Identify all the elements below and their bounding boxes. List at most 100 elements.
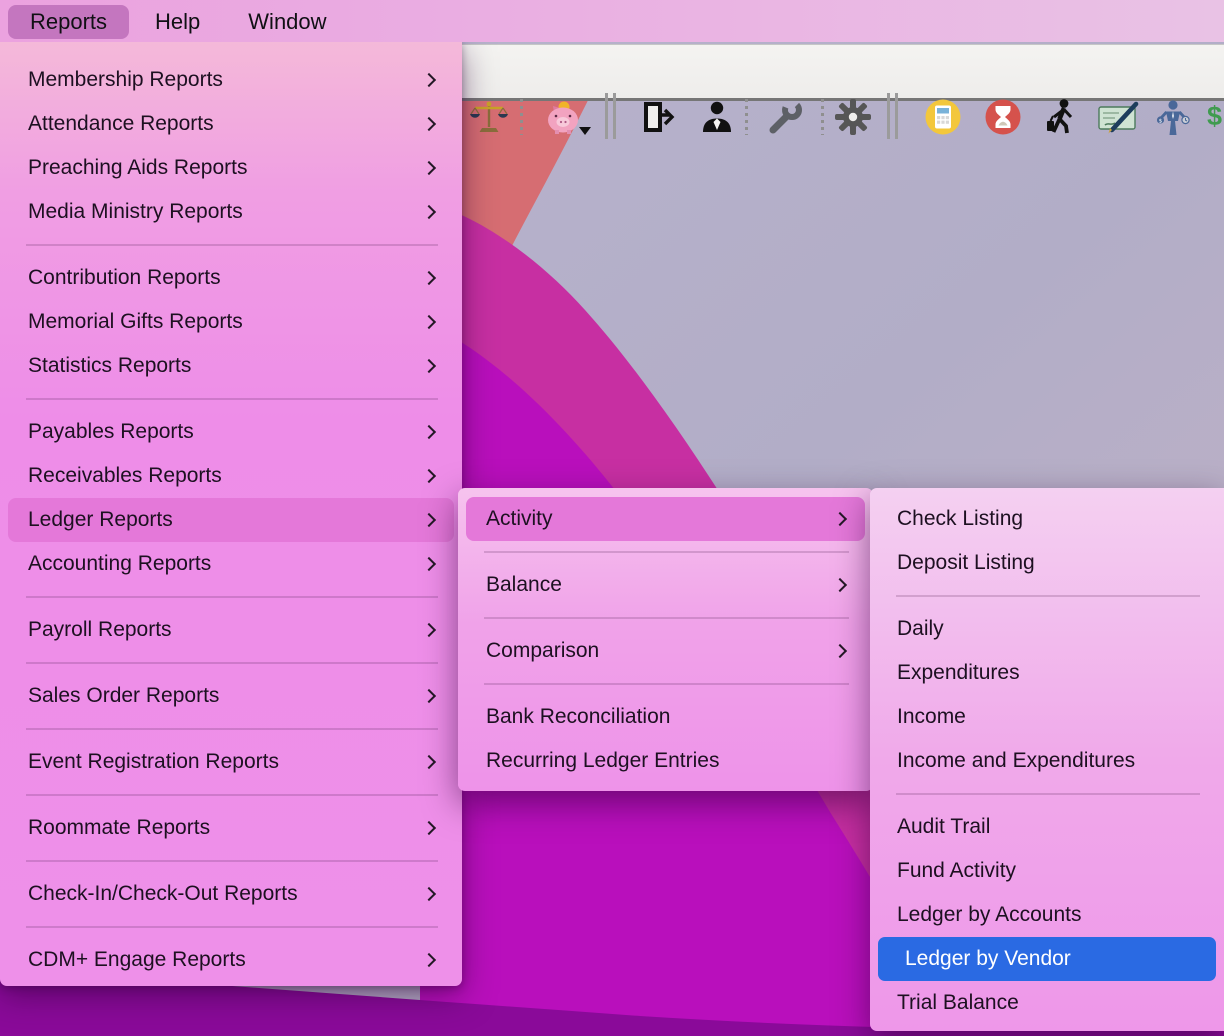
traveler-icon[interactable] [1041, 97, 1081, 137]
menubar-item-window[interactable]: Window [226, 5, 348, 39]
menu-item-accounting-reports[interactable]: Accounting Reports [0, 542, 462, 586]
ledger-reports-submenu: Activity Balance Comparison Bank Reconci… [458, 488, 873, 791]
menu-item-comparison[interactable]: Comparison [458, 629, 873, 673]
menu-item-label: Income and Expenditures [897, 749, 1200, 773]
chevron-right-icon [422, 513, 436, 527]
menu-separator [484, 617, 849, 619]
menu-separator [26, 398, 438, 400]
menu-item-label: Membership Reports [28, 68, 424, 92]
menu-item-preaching-aids-reports[interactable]: Preaching Aids Reports [0, 146, 462, 190]
menu-item-event-registration-reports[interactable]: Event Registration Reports [0, 740, 462, 784]
menu-item-label: Balance [486, 573, 835, 597]
menu-separator [26, 860, 438, 862]
menu-item-label: Fund Activity [897, 859, 1200, 883]
exit-door-icon[interactable] [637, 97, 677, 137]
chevron-right-icon [422, 887, 436, 901]
payroll-person-icon[interactable]: $ [1153, 97, 1193, 137]
menu-item-label: Sales Order Reports [28, 684, 424, 708]
user-suit-icon[interactable] [697, 97, 737, 137]
menu-item-trial-balance[interactable]: Trial Balance [870, 981, 1224, 1025]
menu-item-ledger-by-vendor[interactable]: Ledger by Vendor [878, 937, 1216, 981]
svg-text:$: $ [1159, 118, 1163, 124]
piggy-bank-icon[interactable] [543, 97, 593, 137]
menu-item-sales-order-reports[interactable]: Sales Order Reports [0, 674, 462, 718]
menu-item-attendance-reports[interactable]: Attendance Reports [0, 102, 462, 146]
menubar-item-reports[interactable]: Reports [8, 5, 129, 39]
menu-item-label: Accounting Reports [28, 552, 424, 576]
menu-item-label: Receivables Reports [28, 464, 424, 488]
menu-item-income[interactable]: Income [870, 695, 1224, 739]
menu-item-contribution-reports[interactable]: Contribution Reports [0, 256, 462, 300]
menu-item-check-in-check-out-reports[interactable]: Check-In/Check-Out Reports [0, 872, 462, 916]
chevron-right-icon [833, 644, 847, 658]
menu-separator [26, 794, 438, 796]
menu-item-payroll-reports[interactable]: Payroll Reports [0, 608, 462, 652]
menu-item-label: Ledger by Vendor [905, 947, 1200, 971]
menu-separator [26, 596, 438, 598]
chevron-right-icon [422, 315, 436, 329]
chevron-right-icon [422, 205, 436, 219]
menu-item-payables-reports[interactable]: Payables Reports [0, 410, 462, 454]
settings-gear-icon[interactable] [833, 97, 873, 137]
menu-item-memorial-gifts-reports[interactable]: Memorial Gifts Reports [0, 300, 462, 344]
menu-separator [26, 728, 438, 730]
menu-item-deposit-listing[interactable]: Deposit Listing [870, 541, 1224, 585]
menu-item-check-listing[interactable]: Check Listing [870, 497, 1224, 541]
wrench-icon[interactable] [765, 97, 805, 137]
menu-item-fund-activity[interactable]: Fund Activity [870, 849, 1224, 893]
chevron-right-icon [422, 73, 436, 87]
menu-item-label: CDM+ Engage Reports [28, 948, 424, 972]
activity-submenu: Check Listing Deposit Listing Daily Expe… [870, 488, 1224, 1031]
menu-item-audit-trail[interactable]: Audit Trail [870, 805, 1224, 849]
menu-item-recurring-ledger-entries[interactable]: Recurring Ledger Entries [458, 739, 873, 783]
menu-item-daily[interactable]: Daily [870, 607, 1224, 651]
menu-item-ledger-reports[interactable]: Ledger Reports [8, 498, 454, 542]
menu-item-label: Comparison [486, 639, 835, 663]
menu-separator [484, 683, 849, 685]
menu-item-label: Event Registration Reports [28, 750, 424, 774]
menu-item-label: Attendance Reports [28, 112, 424, 136]
chevron-right-icon [422, 755, 436, 769]
menu-item-label: Memorial Gifts Reports [28, 310, 424, 334]
menu-item-label: Payables Reports [28, 420, 424, 444]
menu-item-income-and-expenditures[interactable]: Income and Expenditures [870, 739, 1224, 783]
chevron-right-icon [422, 161, 436, 175]
hourglass-icon[interactable] [983, 97, 1023, 137]
check-writing-icon[interactable] [1097, 97, 1143, 137]
menu-item-expenditures[interactable]: Expenditures [870, 651, 1224, 695]
menu-item-balance[interactable]: Balance [458, 563, 873, 607]
toolbar-separator-dotted [745, 99, 748, 135]
menu-item-bank-reconciliation[interactable]: Bank Reconciliation [458, 695, 873, 739]
menu-item-receivables-reports[interactable]: Receivables Reports [0, 454, 462, 498]
menu-item-membership-reports[interactable]: Membership Reports [0, 58, 462, 102]
toolbar-separator-double [887, 93, 898, 139]
menu-separator [26, 244, 438, 246]
menu-item-label: Bank Reconciliation [486, 705, 849, 729]
menu-item-label: Ledger Reports [28, 508, 424, 532]
menu-item-roommate-reports[interactable]: Roommate Reports [0, 806, 462, 850]
menu-item-media-ministry-reports[interactable]: Media Ministry Reports [0, 190, 462, 234]
chevron-right-icon [422, 821, 436, 835]
menu-item-label: Check Listing [897, 507, 1200, 531]
menu-item-label: Media Ministry Reports [28, 200, 424, 224]
menu-separator [484, 551, 849, 553]
chevron-right-icon [422, 117, 436, 131]
menu-item-statistics-reports[interactable]: Statistics Reports [0, 344, 462, 388]
menu-item-label: Payroll Reports [28, 618, 424, 642]
scales-icon[interactable] [469, 97, 509, 137]
menu-item-activity[interactable]: Activity [466, 497, 865, 541]
menu-item-cdm-engage-reports[interactable]: CDM+ Engage Reports [0, 938, 462, 982]
menu-item-label: Preaching Aids Reports [28, 156, 424, 180]
menubar-item-help[interactable]: Help [133, 5, 222, 39]
chevron-right-icon [422, 623, 436, 637]
menu-item-label: Daily [897, 617, 1200, 641]
calculator-icon[interactable] [923, 97, 963, 137]
menu-item-ledger-by-accounts[interactable]: Ledger by Accounts [870, 893, 1224, 937]
reports-menu: Membership Reports Attendance Reports Pr… [0, 42, 462, 986]
menu-item-label: Activity [486, 507, 835, 531]
menu-separator [896, 595, 1200, 597]
menu-item-label: Audit Trail [897, 815, 1200, 839]
menu-item-label: Recurring Ledger Entries [486, 749, 849, 773]
menu-item-label: Trial Balance [897, 991, 1200, 1015]
dollar-icon[interactable]: $ [1207, 101, 1222, 132]
